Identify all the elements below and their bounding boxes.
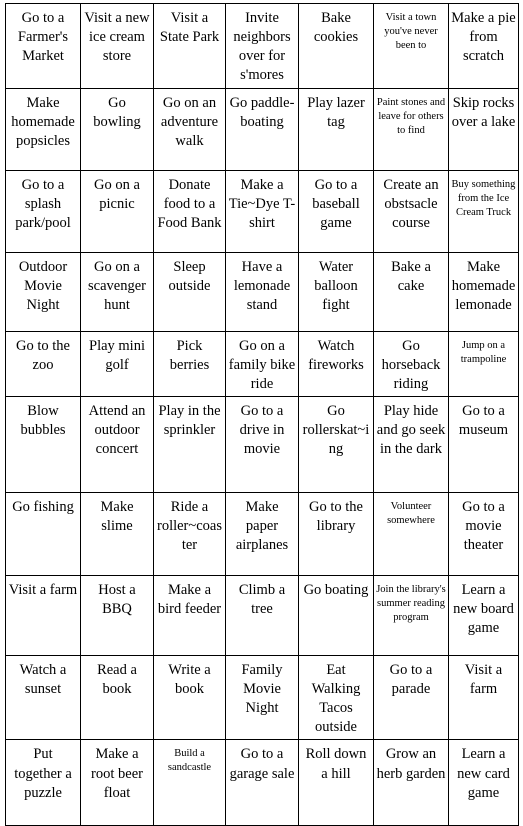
activity-cell[interactable]: Learn a new board game — [448, 574, 519, 656]
activity-cell[interactable]: Water balloon fight — [298, 251, 374, 332]
activity-cell[interactable]: Ride a roller~coaster — [153, 491, 226, 576]
activity-cell[interactable]: Make homemade popsicles — [5, 87, 81, 171]
activity-cell[interactable]: Make homemade lemonade — [448, 251, 519, 332]
activity-cell[interactable]: Make a pie from scratch — [448, 3, 519, 89]
activity-cell[interactable]: Pick berries — [153, 330, 226, 397]
table-row: Go to the zoo Play mini golf Pick berrie… — [5, 330, 519, 397]
activity-cell[interactable]: Bake a cake — [373, 251, 449, 332]
activity-cell[interactable]: Host a BBQ — [80, 574, 154, 656]
activity-cell[interactable]: Family Movie Night — [225, 654, 299, 741]
activity-cell[interactable]: Play hide and go seek in the dark — [373, 395, 449, 493]
activity-cell[interactable]: Go on a family bike ride — [225, 330, 299, 397]
activity-cell[interactable]: Play lazer tag — [298, 87, 374, 171]
activity-cell[interactable]: Climb a tree — [225, 574, 299, 656]
activity-cell[interactable]: Join the library's summer reading progra… — [373, 574, 449, 656]
activity-cell[interactable]: Jump on a trampoline — [448, 330, 519, 397]
activity-cell[interactable]: Bake cookies — [298, 3, 374, 89]
activity-cell[interactable]: Attend an outdoor concert — [80, 395, 154, 493]
activity-cell[interactable]: Roll down a hill — [298, 739, 374, 826]
activity-cell[interactable]: Go to a parade — [373, 654, 449, 741]
bingo-grid-container: Go to a Farmer's Market Visit a new ice … — [0, 0, 523, 826]
activity-cell[interactable]: Skip rocks over a lake — [448, 87, 519, 171]
activity-cell[interactable]: Visit a new ice cream store — [80, 3, 154, 89]
table-row: Put together a puzzle Make a root beer f… — [5, 739, 519, 826]
activity-cell[interactable]: Sleep outside — [153, 251, 226, 332]
activity-cell[interactable]: Build a sandcastle — [153, 739, 226, 826]
table-row: Go to a splash park/pool Go on a picnic … — [5, 169, 519, 253]
activity-cell[interactable]: Go on an adventure walk — [153, 87, 226, 171]
activity-cell[interactable]: Go to a museum — [448, 395, 519, 493]
activity-cell[interactable]: Buy something from the Ice Cream Truck — [448, 169, 519, 253]
activity-cell[interactable]: Watch a sunset — [5, 654, 81, 741]
activity-cell[interactable]: Go to a drive in movie — [225, 395, 299, 493]
activity-cell[interactable]: Make paper airplanes — [225, 491, 299, 576]
activity-cell[interactable]: Create an obstsacle course — [373, 169, 449, 253]
activity-cell[interactable]: Put together a puzzle — [5, 739, 81, 826]
activity-cell[interactable]: Go rollerskat~ing — [298, 395, 374, 493]
activity-cell[interactable]: Go to a splash park/pool — [5, 169, 81, 253]
activity-bingo-table: Go to a Farmer's Market Visit a new ice … — [5, 3, 519, 826]
activity-bingo-body: Go to a Farmer's Market Visit a new ice … — [5, 3, 519, 826]
activity-cell[interactable]: Watch fireworks — [298, 330, 374, 397]
activity-cell[interactable]: Blow bubbles — [5, 395, 81, 493]
table-row: Visit a farm Host a BBQ Make a bird feed… — [5, 574, 519, 656]
activity-cell[interactable]: Learn a new card game — [448, 739, 519, 826]
activity-cell[interactable]: Have a lemonade stand — [225, 251, 299, 332]
activity-cell[interactable]: Go boating — [298, 574, 374, 656]
activity-cell[interactable]: Go to the zoo — [5, 330, 81, 397]
activity-cell[interactable]: Outdoor Movie Night — [5, 251, 81, 332]
activity-cell[interactable]: Visit a farm — [448, 654, 519, 741]
activity-cell[interactable]: Go on a picnic — [80, 169, 154, 253]
activity-cell[interactable]: Go to a baseball game — [298, 169, 374, 253]
activity-cell[interactable]: Donate food to a Food Bank — [153, 169, 226, 253]
table-row: Make homemade popsicles Go bowling Go on… — [5, 87, 519, 171]
activity-cell[interactable]: Eat Walking Tacos outside — [298, 654, 374, 741]
activity-cell[interactable]: Make a bird feeder — [153, 574, 226, 656]
activity-cell[interactable]: Make a root beer float — [80, 739, 154, 826]
activity-cell[interactable]: Visit a farm — [5, 574, 81, 656]
activity-cell[interactable]: Go bowling — [80, 87, 154, 171]
table-row: Outdoor Movie Night Go on a scavenger hu… — [5, 251, 519, 332]
activity-cell[interactable]: Go fishing — [5, 491, 81, 576]
activity-cell[interactable]: Go to a garage sale — [225, 739, 299, 826]
activity-cell[interactable]: Grow an herb garden — [373, 739, 449, 826]
table-row: Watch a sunset Read a book Write a book … — [5, 654, 519, 741]
activity-cell[interactable]: Go paddle-boating — [225, 87, 299, 171]
activity-cell[interactable]: Go horseback riding — [373, 330, 449, 397]
activity-cell[interactable]: Make slime — [80, 491, 154, 576]
activity-cell[interactable]: Go to the library — [298, 491, 374, 576]
activity-cell[interactable]: Write a book — [153, 654, 226, 741]
activity-cell[interactable]: Paint stones and leave for others to fin… — [373, 87, 449, 171]
activity-cell[interactable]: Visit a State Park — [153, 3, 226, 89]
table-row: Go fishing Make slime Ride a roller~coas… — [5, 491, 519, 576]
activity-cell[interactable]: Play in the sprinkler — [153, 395, 226, 493]
activity-cell[interactable]: Make a Tie~Dye T-shirt — [225, 169, 299, 253]
activity-cell[interactable]: Invite neighbors over for s'mores — [225, 3, 299, 89]
activity-cell[interactable]: Visit a town you've never been to — [373, 3, 449, 89]
activity-cell[interactable]: Read a book — [80, 654, 154, 741]
table-row: Go to a Farmer's Market Visit a new ice … — [5, 3, 519, 89]
activity-cell[interactable]: Go to a Farmer's Market — [5, 3, 81, 89]
activity-cell[interactable]: Volunteer somewhere — [373, 491, 449, 576]
activity-cell[interactable]: Play mini golf — [80, 330, 154, 397]
activity-cell[interactable]: Go on a scavenger hunt — [80, 251, 154, 332]
table-row: Blow bubbles Attend an outdoor concert P… — [5, 395, 519, 493]
activity-cell[interactable]: Go to a movie theater — [448, 491, 519, 576]
